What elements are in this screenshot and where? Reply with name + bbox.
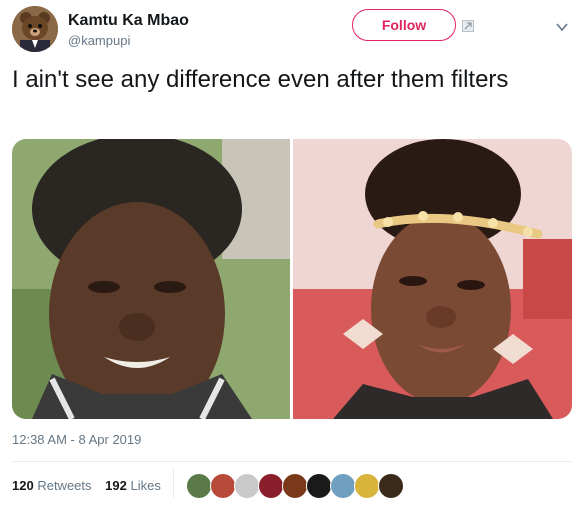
liker-avatar[interactable] (306, 473, 332, 499)
liker-avatar[interactable] (258, 473, 284, 499)
divider (12, 461, 572, 462)
likes-count: 192 (105, 478, 127, 493)
external-link-icon[interactable] (462, 20, 474, 32)
tweet-text: I ain't see any difference even after th… (12, 66, 509, 93)
divider (173, 468, 174, 498)
liker-avatar[interactable] (210, 473, 236, 499)
woman-filtered-portrait-photo-icon (293, 139, 572, 419)
tweet: Kamtu Ka Mbao @kampupi Follow I ain't se… (0, 0, 587, 505)
avatar[interactable] (12, 6, 58, 52)
liker-avatar[interactable] (186, 473, 212, 499)
woman-portrait-photo-icon (12, 139, 290, 419)
photo-filtered[interactable] (293, 139, 572, 419)
retweets-stat[interactable]: 120 Retweets (12, 478, 92, 493)
chevron-down-icon[interactable] (556, 22, 568, 32)
follow-button[interactable]: Follow (352, 9, 456, 41)
tweet-stats: 120 Retweets 192 Likes (12, 478, 171, 493)
likes-label: Likes (130, 478, 161, 493)
liker-avatar[interactable] (330, 473, 356, 499)
liker-avatar[interactable] (354, 473, 380, 499)
author-name[interactable]: Kamtu Ka Mbao (68, 12, 189, 30)
retweets-count: 120 (12, 478, 34, 493)
liker-avatar[interactable] (378, 473, 404, 499)
tweet-timestamp[interactable]: 12:38 AM - 8 Apr 2019 (12, 432, 141, 447)
liker-avatar[interactable] (234, 473, 260, 499)
author-handle[interactable]: @kampupi (68, 33, 130, 48)
liker-avatar[interactable] (282, 473, 308, 499)
photo-original[interactable] (12, 139, 290, 419)
likers-avatars[interactable] (186, 473, 404, 499)
retweets-label: Retweets (37, 478, 92, 493)
teddy-bear-avatar-icon (12, 6, 58, 52)
likes-stat[interactable]: 192 Likes (105, 478, 161, 493)
